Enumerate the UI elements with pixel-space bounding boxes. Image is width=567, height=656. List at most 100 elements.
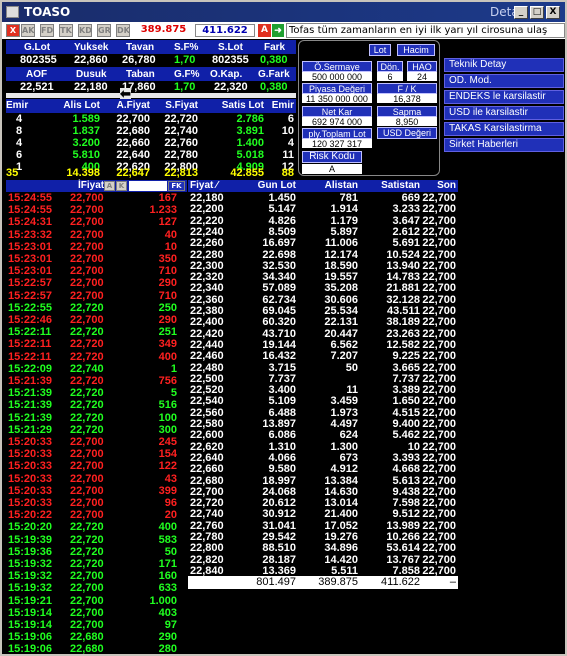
- trade-row[interactable]: 15:21:39 22,720 516: [6, 399, 187, 412]
- trade-lot: 710: [158, 265, 177, 278]
- trade-row[interactable]: 15:20:33 22,700 122: [6, 460, 187, 473]
- hacim-button[interactable]: Hacim: [397, 44, 435, 56]
- gr-button[interactable]: GR: [97, 24, 111, 37]
- depth-cell: 22,420: [190, 327, 224, 340]
- trade-row[interactable]: 15:19:32 22,720 171: [6, 558, 187, 571]
- trade-row[interactable]: 15:21:39 22,720 100: [6, 412, 187, 425]
- menu-takas-karsilastirma[interactable]: TAKAS Karsilastirma: [444, 122, 564, 136]
- trade-time: 15:19:32: [8, 570, 53, 583]
- trade-lot: 100: [158, 411, 177, 424]
- ak-button[interactable]: AK: [21, 24, 35, 37]
- depth-cell: 88.510: [262, 542, 296, 555]
- trade-lot: 300: [158, 423, 177, 436]
- usd-degeri-button[interactable]: USD Değeri: [377, 127, 437, 139]
- trade-lot: 97: [164, 619, 177, 631]
- depth-cell: 6.488: [268, 406, 296, 419]
- depth-cell: 9.400: [392, 418, 420, 430]
- trade-row[interactable]: 15:22:46 22,700 290: [6, 314, 187, 327]
- fd-button[interactable]: FD: [40, 24, 54, 37]
- trade-row[interactable]: 15:23:01 22,700 350: [6, 253, 187, 266]
- trade-row[interactable]: 15:21:39 22,720 756: [6, 375, 187, 388]
- depth-header-cell[interactable]: Fiyat ⁄: [190, 180, 240, 191]
- trade-time: 15:23:32: [8, 228, 53, 241]
- trade-row[interactable]: 15:19:14 22,700 403: [6, 607, 187, 620]
- trade-row[interactable]: 15:19:39 22,720 583: [6, 534, 187, 547]
- close-tab-button[interactable]: X: [6, 24, 20, 37]
- tk-button[interactable]: TK: [59, 24, 73, 37]
- depth-cell: 21.400: [324, 508, 358, 521]
- trade-lot: 1: [170, 362, 177, 375]
- kd-button[interactable]: KD: [78, 24, 92, 37]
- trade-row[interactable]: 15:19:14 22,700 97: [6, 619, 187, 632]
- trade-row[interactable]: 15:22:11 22,720 400: [6, 351, 187, 364]
- depth-cell: 3.400: [268, 384, 296, 397]
- trade-row[interactable]: 15:24:55 22,700 1.233: [6, 204, 187, 217]
- trade-lot: 20: [164, 509, 177, 522]
- depth-cell: 32.128: [386, 293, 420, 306]
- menu-teknik-detay[interactable]: Teknik Detay: [444, 58, 564, 72]
- minimize-icon[interactable]: _: [514, 6, 528, 19]
- trade-row[interactable]: 15:19:36 22,720 50: [6, 546, 187, 559]
- depth-header-cell[interactable]: Gun Lot: [240, 180, 296, 191]
- trade-row[interactable]: 15:22:57 22,700 710: [6, 290, 187, 303]
- depth-cell: 22,700: [422, 305, 456, 317]
- trade-row[interactable]: 15:23:01 22,700 710: [6, 265, 187, 278]
- news-ticker[interactable]: Tofas tüm zamanların en iyi ilk yarı yıl…: [286, 23, 565, 38]
- trade-price: 22,700: [70, 582, 104, 595]
- trade-row[interactable]: 15:22:57 22,700 290: [6, 277, 187, 290]
- depth-cell: 4.066: [268, 451, 296, 464]
- trade-row[interactable]: 15:19:06 22,680 290: [6, 631, 187, 644]
- depth-cell: 22,700: [422, 293, 456, 306]
- order-cell: 22,640: [116, 149, 150, 161]
- trade-row[interactable]: 15:24:31 22,700 127: [6, 216, 187, 229]
- trade-row[interactable]: 15:20:22 22,700 20: [6, 509, 187, 522]
- depth-header-cell[interactable]: Alistan: [298, 180, 358, 191]
- trade-row[interactable]: 15:20:33 22,700 399: [6, 485, 187, 498]
- tavan-value: 26,780: [122, 54, 156, 66]
- trade-row[interactable]: 15:20:33 22,700 154: [6, 448, 187, 461]
- trade-row[interactable]: 15:19:06 22,680 280: [6, 643, 187, 654]
- depth-cell: 3.665: [392, 361, 420, 374]
- trade-row[interactable]: 15:21:29 22,720 300: [6, 424, 187, 437]
- title-bar[interactable]: TOASO Detay _ □ X: [2, 2, 565, 22]
- trade-time: 15:21:39: [8, 387, 53, 400]
- trade-lot: 710: [158, 289, 177, 302]
- depth-header-cell[interactable]: Son: [412, 180, 456, 191]
- trade-row[interactable]: 15:22:11 22,720 251: [6, 326, 187, 339]
- menu-od-mod[interactable]: OD. Mod.: [444, 74, 564, 88]
- depth-cell: 9.438: [392, 485, 420, 498]
- depth-header-cell[interactable]: Satistan: [360, 180, 420, 191]
- trade-row[interactable]: 15:22:09 22,740 1: [6, 363, 187, 376]
- trade-row[interactable]: 15:23:01 22,700 10: [6, 241, 187, 254]
- menu-sirket-haberleri[interactable]: Sirket Haberleri: [444, 138, 564, 152]
- trade-row[interactable]: 15:24:55 22,700 167: [6, 192, 187, 205]
- trade-row[interactable]: 15:19:32 22,700 633: [6, 582, 187, 595]
- order-cell: 22,760: [164, 137, 198, 149]
- menu-endeks-karsilastir[interactable]: ENDEKS le karsilastir: [444, 90, 564, 104]
- don-value: 6: [377, 72, 403, 82]
- trade-row[interactable]: 15:20:20 22,720 400: [6, 521, 187, 534]
- trade-row[interactable]: 15:19:32 22,700 160: [6, 570, 187, 583]
- arrow-right-icon[interactable]: ➜: [272, 24, 284, 37]
- trade-row[interactable]: 15:21:39 22,720 5: [6, 387, 187, 400]
- maximize-icon[interactable]: □: [530, 6, 544, 19]
- trade-lot: 399: [158, 484, 177, 497]
- trade-row[interactable]: 15:22:55 22,720 250: [6, 302, 187, 315]
- arrow-left-icon[interactable]: ⬅: [120, 87, 131, 100]
- trade-row[interactable]: 15:19:21 22,700 1.000: [6, 595, 187, 608]
- depth-cell: 13.014: [324, 497, 358, 510]
- trade-time: 15:22:11: [8, 326, 52, 339]
- close-icon[interactable]: X: [546, 6, 560, 19]
- dk-button[interactable]: DK: [116, 24, 130, 37]
- lot-button[interactable]: Lot: [369, 44, 391, 56]
- trade-row[interactable]: 15:20:33 22,700 245: [6, 436, 187, 449]
- trade-row[interactable]: 15:23:32 22,700 40: [6, 229, 187, 242]
- menu-usd-karsilastir[interactable]: USD ile karsilastir: [444, 106, 564, 120]
- trade-row[interactable]: 15:20:33 22,700 96: [6, 497, 187, 510]
- order-cell: 11: [282, 149, 294, 161]
- trade-price: 22,700: [70, 448, 104, 461]
- trade-time: 15:19:36: [8, 545, 53, 558]
- trade-row[interactable]: 15:22:11 22,720 349: [6, 338, 187, 351]
- a-button[interactable]: A: [258, 24, 271, 37]
- trade-row[interactable]: 15:20:33 22,700 43: [6, 473, 187, 486]
